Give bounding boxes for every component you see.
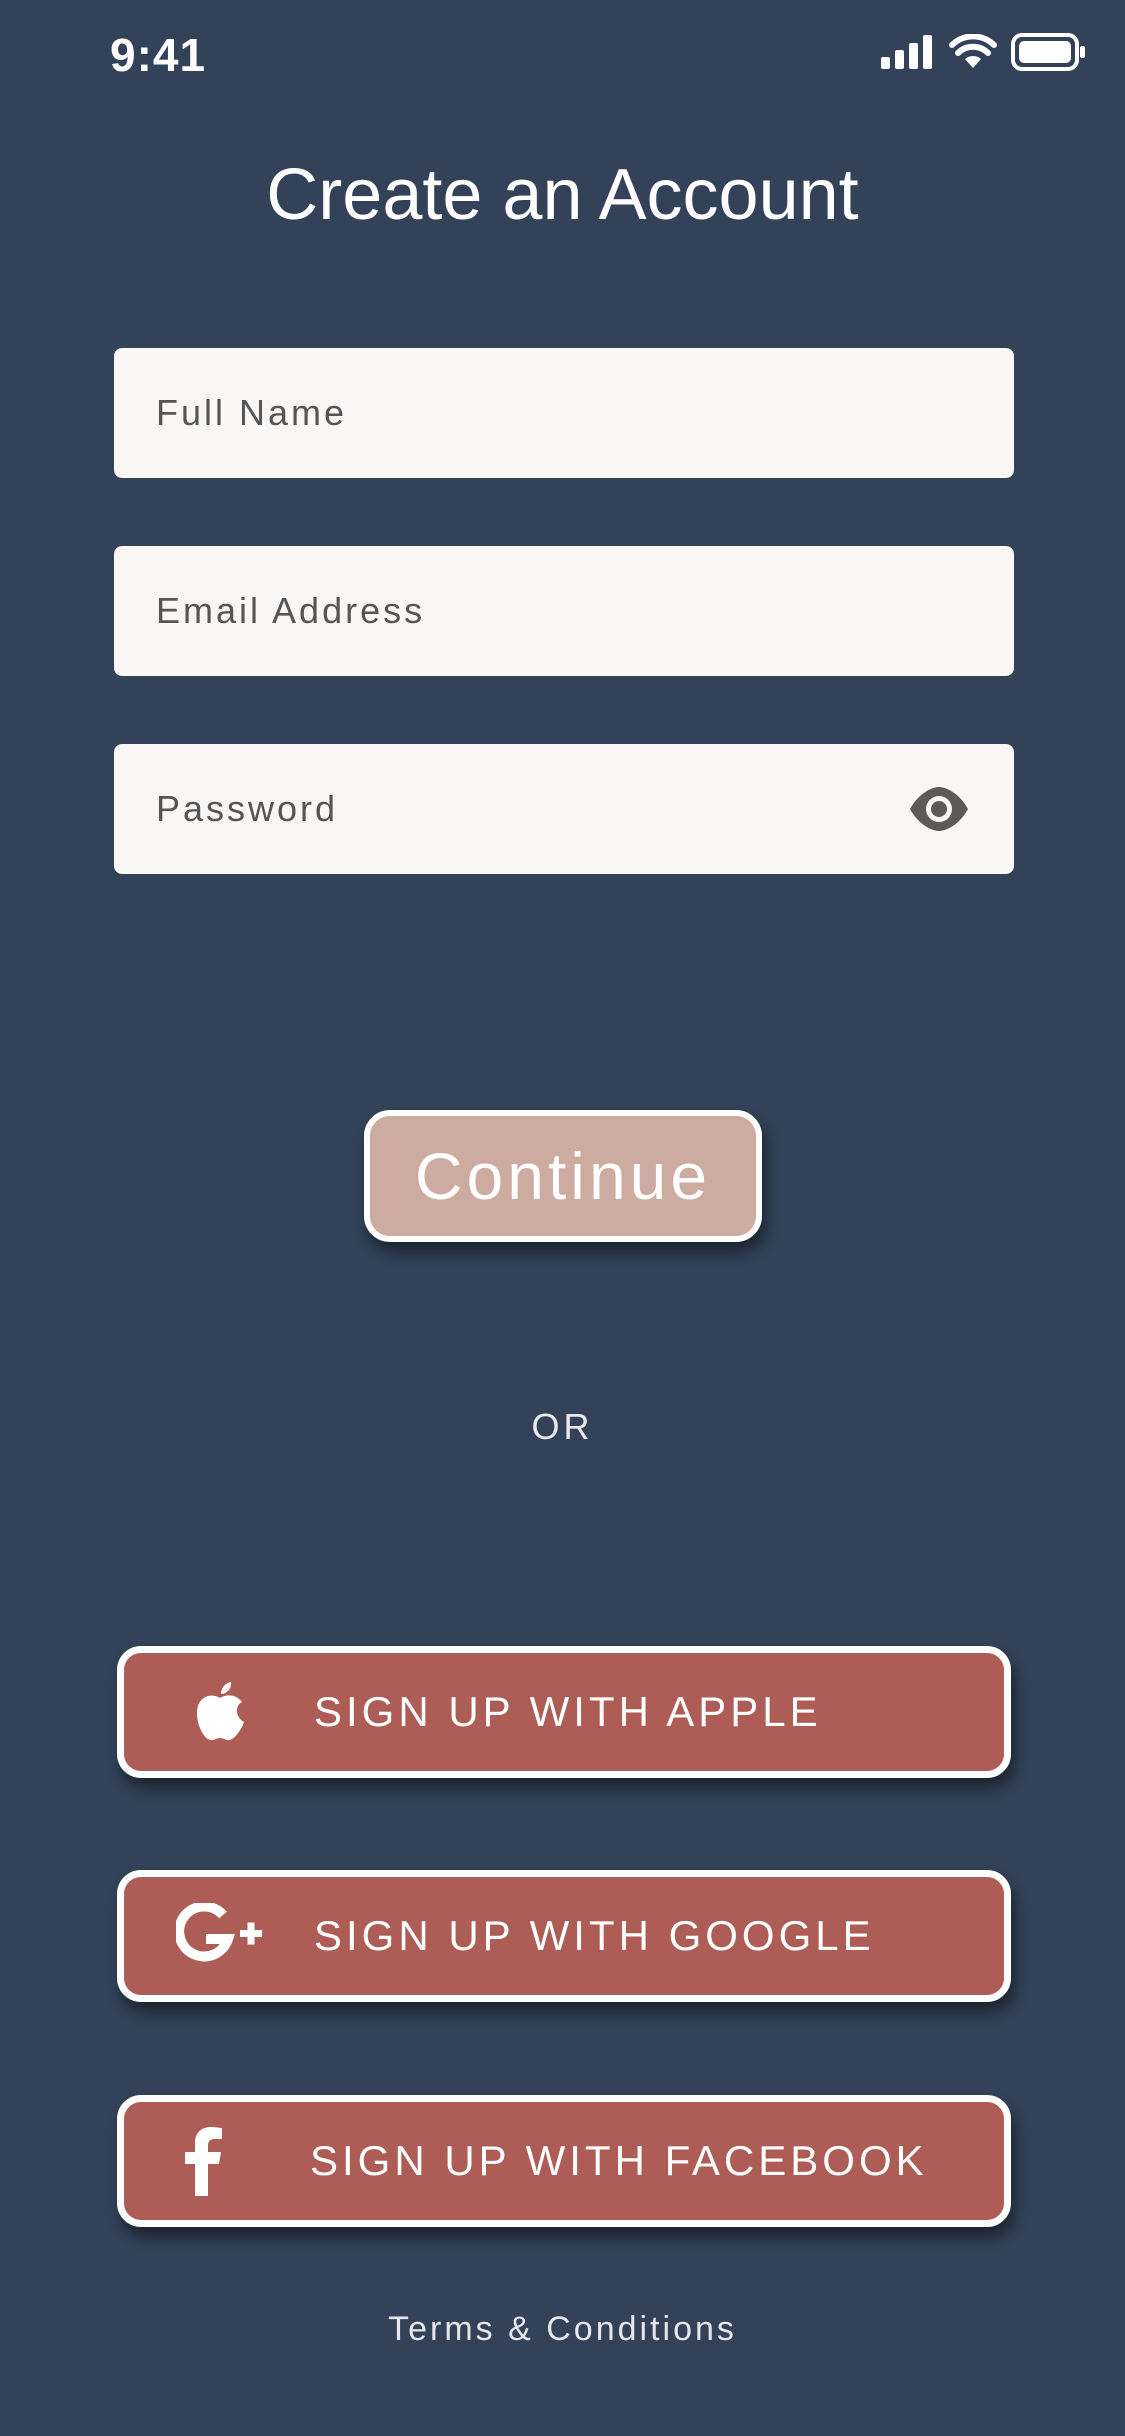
wifi-icon	[949, 34, 997, 68]
sign-up-facebook-label: SIGN UP WITH FACEBOOK	[310, 2137, 928, 2184]
sign-up-facebook-button[interactable]: SIGN UP WITH FACEBOOK	[117, 2095, 1011, 2227]
status-icons	[881, 30, 1087, 74]
full-name-input[interactable]	[114, 348, 1014, 478]
sign-up-apple-button[interactable]: SIGN UP WITH APPLE	[117, 1646, 1011, 1778]
sign-up-google-button[interactable]: SIGN UP WITH GOOGLE	[117, 1870, 1011, 2002]
sign-up-apple-label: SIGN UP WITH APPLE	[314, 1688, 822, 1735]
password-input[interactable]	[114, 744, 1014, 874]
signup-screen: 9:41 Create an Account Full Name Email A…	[0, 0, 1125, 2436]
status-time: 9:41	[110, 29, 207, 81]
sign-up-google-label: SIGN UP WITH GOOGLE	[314, 1912, 875, 1959]
google-plus-icon	[176, 1877, 262, 1995]
terms-and-conditions-link[interactable]: Terms & Conditions	[0, 2310, 1125, 2349]
full-name-field[interactable]	[114, 348, 1014, 478]
continue-button[interactable]: Continue	[364, 1110, 762, 1242]
cellular-signal-icon	[881, 35, 932, 69]
eye-icon[interactable]	[908, 782, 970, 836]
email-field[interactable]	[114, 546, 1014, 676]
password-field[interactable]	[114, 744, 1014, 874]
battery-icon	[1011, 33, 1085, 71]
apple-icon	[194, 1653, 246, 1771]
page-title: Create an Account	[266, 155, 859, 236]
email-input[interactable]	[114, 546, 1014, 676]
or-divider-label: OR	[531, 1406, 594, 1447]
facebook-icon	[182, 2102, 224, 2220]
